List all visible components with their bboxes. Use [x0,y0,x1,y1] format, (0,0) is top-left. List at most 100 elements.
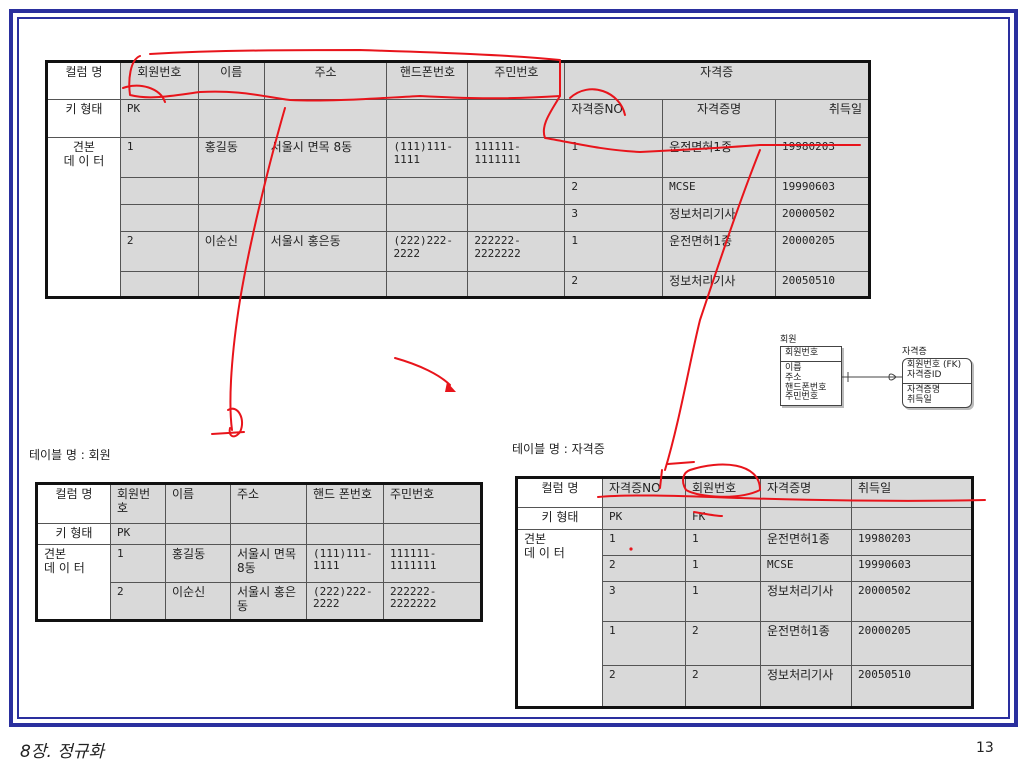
key-type-header: 키 형태 [516,507,603,530]
cert-sub-no: 자격증NO [564,99,664,138]
erd-attr: 취득일 [907,394,932,405]
cell: 20000205 [775,231,870,272]
cell: 1 [564,231,664,272]
cell: 운전면허1종 [760,621,852,666]
cell: 서울시 홍은동 [230,581,307,621]
cell: 서울시 홍은동 [263,231,388,272]
key-pk: PK [602,507,686,530]
cell: 홍길동 [165,543,231,583]
cell: 정보처리기사 [760,665,852,708]
col-name-header: 컬럼 명 [516,477,603,508]
cell: 1 [685,581,761,622]
cell: 19980203 [775,137,870,178]
cell: 1 [564,137,664,178]
col-phone: 핸드 폰번호 [306,483,384,524]
cell: 이순신 [197,231,265,272]
cell: 1 [685,529,761,556]
col-member-id: 회원번호 [110,483,166,524]
cell: 2 [119,231,199,272]
erd-attr: 주민번호 [785,392,819,403]
key-pk: PK [119,99,199,138]
cell: MCSE [760,555,852,582]
col-name: 이름 [197,61,265,100]
cell: 19990603 [775,177,870,205]
col-cert-no: 자격증NO [602,477,686,508]
erd-cert-title: 자격증 [902,347,927,357]
cell: 서울시 면목 8동 [263,137,388,178]
key-fk: FK [685,507,761,530]
cell: 정보처리기사 [662,271,776,298]
col-cert-name: 자격증명 [760,477,852,508]
col-address: 주소 [230,483,307,524]
cell: 1 [602,529,686,556]
erd-member-pk: 회원번호 [785,347,819,358]
cell: MCSE [662,177,776,205]
cell: 이순신 [165,581,231,621]
col-acquired-date: 취득일 [851,477,973,508]
certificate-table: 컬럼 명 자격증NO 회원번호 자격증명 취득일 키 형태 PK FK 견본 데… [515,476,974,709]
sample-header: 견본 데 이 터 [516,529,603,708]
col-jumin: 주민번호 [383,483,482,524]
cell: 1 [119,137,199,178]
cert-sub-name: 자격증명 [662,99,776,138]
cell: 20050510 [775,271,870,298]
cell: (222)222-2222 [306,581,384,621]
cell: 1 [685,555,761,582]
cell: 2 [602,665,686,708]
cell: 3 [564,204,664,232]
col-jumin: 주민번호 [467,61,566,100]
cell: 2 [602,555,686,582]
page-number: 13 [976,740,994,756]
cell: 홍길동 [197,137,265,178]
cell: 2 [685,621,761,666]
cell: (111)111-1111 [306,543,384,583]
cell: (222)222-2222 [386,231,469,272]
erd-member-title: 회원 [780,335,797,345]
cell: 222222-2222222 [383,581,482,621]
cell: 19980203 [851,529,973,556]
erd-cert-entity: 자격증 회원번호 (FK) 자격증ID 자격증명 취득일 [902,347,972,409]
erd-attr: 자격증ID [907,369,942,380]
cell: 3 [602,581,686,622]
cell: 2 [564,177,664,205]
col-certificate: 자격증 [564,61,870,100]
member-table: 컬럼 명 회원번호 이름 주소 핸드 폰번호 주민번호 키 형태 PK 견본 데… [35,482,483,622]
erd-member-entity: 회원 회원번호 이름 주소 핸드폰번호 주민번호 [780,335,842,407]
cell: 20000205 [851,621,973,666]
cell: 20050510 [851,665,973,708]
key-type-header: 키 형태 [36,523,111,545]
cell: 1 [602,621,686,666]
cell: 2 [564,271,664,298]
cert-table-caption: 테이블 명 : 자격증 [512,442,605,456]
cell: 정보처리기사 [662,204,776,232]
col-name-header: 컬럼 명 [36,483,111,524]
cell: 222222-2222222 [467,231,566,272]
key-pk: PK [110,523,166,545]
member-table-caption: 테이블 명 : 회원 [29,448,111,462]
cell: 20000502 [851,581,973,622]
cert-sub-date: 취득일 [775,99,870,138]
col-member-id: 회원번호 [685,477,761,508]
col-phone: 핸드폰번호 [386,61,469,100]
cell: 운전면허1종 [662,231,776,272]
cell: 2 [685,665,761,708]
col-name: 이름 [165,483,231,524]
col-address: 주소 [263,61,388,100]
cell: 19990603 [851,555,973,582]
cell: 20000502 [775,204,870,232]
col-name-header: 컬럼 명 [46,61,121,100]
cell: 서울시 면목 8동 [230,543,307,583]
sample-header: 견본 데 이 터 [36,543,111,621]
sample-header: 견본 데 이 터 [46,137,121,298]
cell: 111111-1111111 [467,137,566,178]
chapter-title: 8장. 정규화 [20,742,105,762]
cell: 운전면허1종 [760,529,852,556]
cell: 정보처리기사 [760,581,852,622]
cell: 2 [110,581,166,621]
cell: 1 [110,543,166,583]
cell: (111)111-1111 [386,137,469,178]
cell: 111111-1111111 [383,543,482,583]
unnormalized-table: 컬럼 명 회원번호 이름 주소 핸드폰번호 주민번호 자격증 키 형태 PK 자… [45,60,871,299]
cell: 운전면허1종 [662,137,776,178]
key-type-header: 키 형태 [46,99,121,138]
